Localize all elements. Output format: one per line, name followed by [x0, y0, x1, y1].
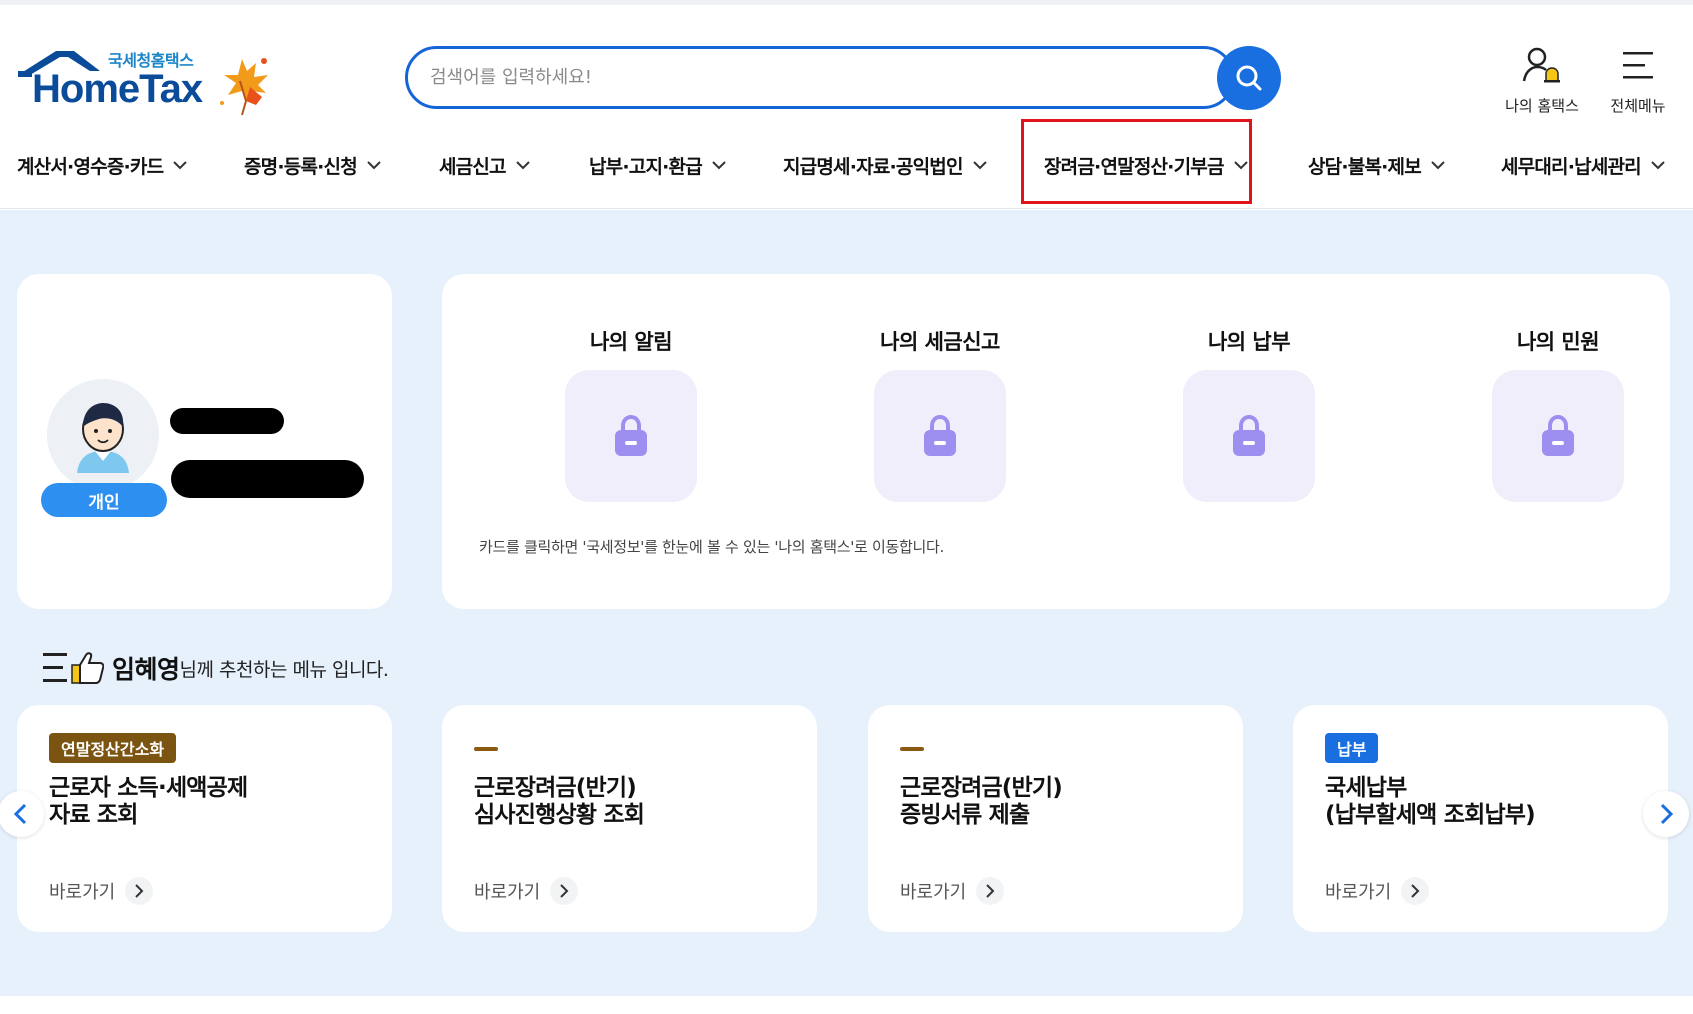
gnb-item-consult[interactable]: 상담·불복·제보 — [1308, 150, 1445, 180]
gnb-item-invoice[interactable]: 계산서·영수증·카드 — [17, 150, 187, 180]
gnb-item-statement[interactable]: 지급명세·자료·공익법인 — [783, 150, 987, 180]
recommend-card-title: 근로장려금(반기) 심사진행상황 조회 — [474, 775, 645, 828]
profile-card[interactable]: 개인 — [17, 274, 392, 609]
hamburger-menu-icon — [1623, 52, 1653, 79]
recommend-dash — [900, 747, 924, 751]
hometax-logo[interactable]: 국세청홈택스 HomeTax — [16, 45, 276, 120]
recommend-badge: 납부 — [1325, 733, 1379, 763]
chevron-right-icon — [550, 877, 579, 905]
gnb-item-payment[interactable]: 납부·고지·환급 — [589, 150, 726, 180]
recommend-card-title: 근로자 소득·세액공제 자료 조회 — [49, 775, 248, 828]
gnb-label: 납부·고지·환급 — [589, 155, 703, 178]
highlight-box — [1021, 119, 1252, 204]
avatar — [47, 379, 159, 491]
shortcut-link[interactable]: 바로가기 — [1325, 877, 1430, 905]
search-input[interactable] — [430, 49, 1190, 106]
recommend-title: 임혜영 님께 추천하는 메뉴 입니다. — [42, 648, 389, 688]
recommend-dash — [474, 747, 498, 751]
user-bell-icon — [1522, 47, 1560, 83]
recommend-badge: 연말정산간소화 — [49, 733, 177, 763]
chevron-down-icon — [173, 160, 187, 170]
chevron-down-icon — [367, 160, 381, 170]
redacted-name — [170, 408, 284, 434]
chevron-down-icon — [712, 160, 726, 170]
recommend-user-name: 임혜영 — [112, 655, 180, 684]
my-hometax-button[interactable]: 나의 홈택스 — [1492, 43, 1592, 116]
redacted-info — [171, 460, 364, 498]
gnb-label: 증명·등록·신청 — [244, 155, 358, 178]
quick-item-label: 나의 세금신고 — [880, 330, 1000, 354]
quick-item-civil[interactable]: 나의 민원 — [1478, 326, 1638, 502]
all-menu-button[interactable]: 전체메뉴 — [1588, 43, 1688, 116]
shortcut-link[interactable]: 바로가기 — [49, 877, 154, 905]
shortcut-label: 바로가기 — [474, 882, 541, 903]
maple-leaf-icon — [220, 58, 268, 116]
recommend-suffix: 님께 추천하는 메뉴 입니다. — [179, 658, 389, 681]
gnb-item-certificate[interactable]: 증명·등록·신청 — [244, 150, 381, 180]
chevron-right-icon — [125, 877, 154, 905]
gnb-label: 지급명세·자료·공익법인 — [783, 155, 963, 178]
user-avatar-icon — [77, 403, 129, 473]
quick-menu-card: 나의 알림 나의 세금신고 나의 납부 나의 민원 카드를 클릭하면 '국세정보… — [442, 274, 1670, 609]
gnb-label: 세금신고 — [439, 155, 507, 178]
recommend-card[interactable]: 근로장려금(반기) 증빙서류 제출 바로가기 — [868, 705, 1243, 932]
my-hometax-label: 나의 홈택스 — [1505, 97, 1579, 115]
quick-item-box — [565, 370, 697, 502]
recommend-card[interactable]: 납부 국세납부 (납부할세액 조회납부) 바로가기 — [1293, 705, 1668, 932]
chevron-right-icon — [1401, 877, 1430, 905]
quick-item-box — [874, 370, 1006, 502]
gnb-label: 계산서·영수증·카드 — [17, 155, 164, 178]
lock-icon — [1542, 414, 1574, 456]
quick-note: 카드를 클릭하면 '국세정보'를 한눈에 볼 수 있는 '나의 홈택스'로 이동… — [479, 538, 944, 556]
search-icon — [1236, 65, 1262, 91]
quick-item-box — [1183, 370, 1315, 502]
chevron-right-icon — [976, 877, 1005, 905]
lock-icon — [924, 414, 956, 456]
recommend-card-title: 국세납부 (납부할세액 조회납부) — [1325, 775, 1536, 828]
carousel-next-button[interactable] — [1643, 791, 1689, 837]
gnb-label: 세무대리·납세관리 — [1501, 155, 1642, 178]
recommend-thumbs-icon — [43, 652, 104, 684]
quick-item-alert[interactable]: 나의 알림 — [551, 326, 711, 502]
gnb-item-tax-report[interactable]: 세금신고 — [439, 150, 530, 180]
chevron-left-icon — [13, 803, 27, 825]
quick-item-label: 나의 납부 — [1207, 330, 1291, 354]
chevron-right-icon — [1660, 803, 1674, 825]
gnb-label: 상담·불복·제보 — [1308, 155, 1422, 178]
chevron-down-icon — [1651, 160, 1665, 170]
shortcut-label: 바로가기 — [49, 882, 116, 903]
quick-item-label: 나의 알림 — [589, 330, 673, 354]
search-box — [405, 46, 1235, 109]
shortcut-link[interactable]: 바로가기 — [474, 877, 579, 905]
shortcut-link[interactable]: 바로가기 — [900, 877, 1005, 905]
quick-item-tax-report[interactable]: 나의 세금신고 — [860, 326, 1020, 502]
shortcut-label: 바로가기 — [1325, 882, 1392, 903]
all-menu-label: 전체메뉴 — [1610, 97, 1666, 115]
recommend-card-title: 근로장려금(반기) 증빙서류 제출 — [900, 775, 1063, 828]
header: 국세청홈택스 HomeTax 나의 홈택스 — [0, 5, 1693, 209]
chevron-down-icon — [972, 160, 987, 170]
logo-title: HomeTax — [32, 67, 203, 111]
recommend-card[interactable]: 근로장려금(반기) 심사진행상황 조회 바로가기 — [442, 705, 817, 932]
bottom-strip — [0, 996, 1693, 1014]
chevron-down-icon — [1431, 160, 1445, 170]
personal-badge: 개인 — [41, 483, 167, 517]
search-button[interactable] — [1217, 46, 1281, 110]
quick-item-box — [1492, 370, 1624, 502]
recommend-card[interactable]: 연말정산간소화 근로자 소득·세액공제 자료 조회 바로가기 — [17, 705, 392, 932]
quick-item-payment[interactable]: 나의 납부 — [1169, 326, 1329, 502]
quick-item-label: 나의 민원 — [1516, 330, 1600, 354]
carousel-prev-button[interactable] — [0, 791, 44, 837]
shortcut-label: 바로가기 — [900, 882, 967, 903]
lock-icon — [1233, 414, 1265, 456]
lock-icon — [615, 414, 647, 456]
chevron-down-icon — [516, 160, 530, 170]
gnb-item-agent[interactable]: 세무대리·납세관리 — [1501, 150, 1665, 180]
